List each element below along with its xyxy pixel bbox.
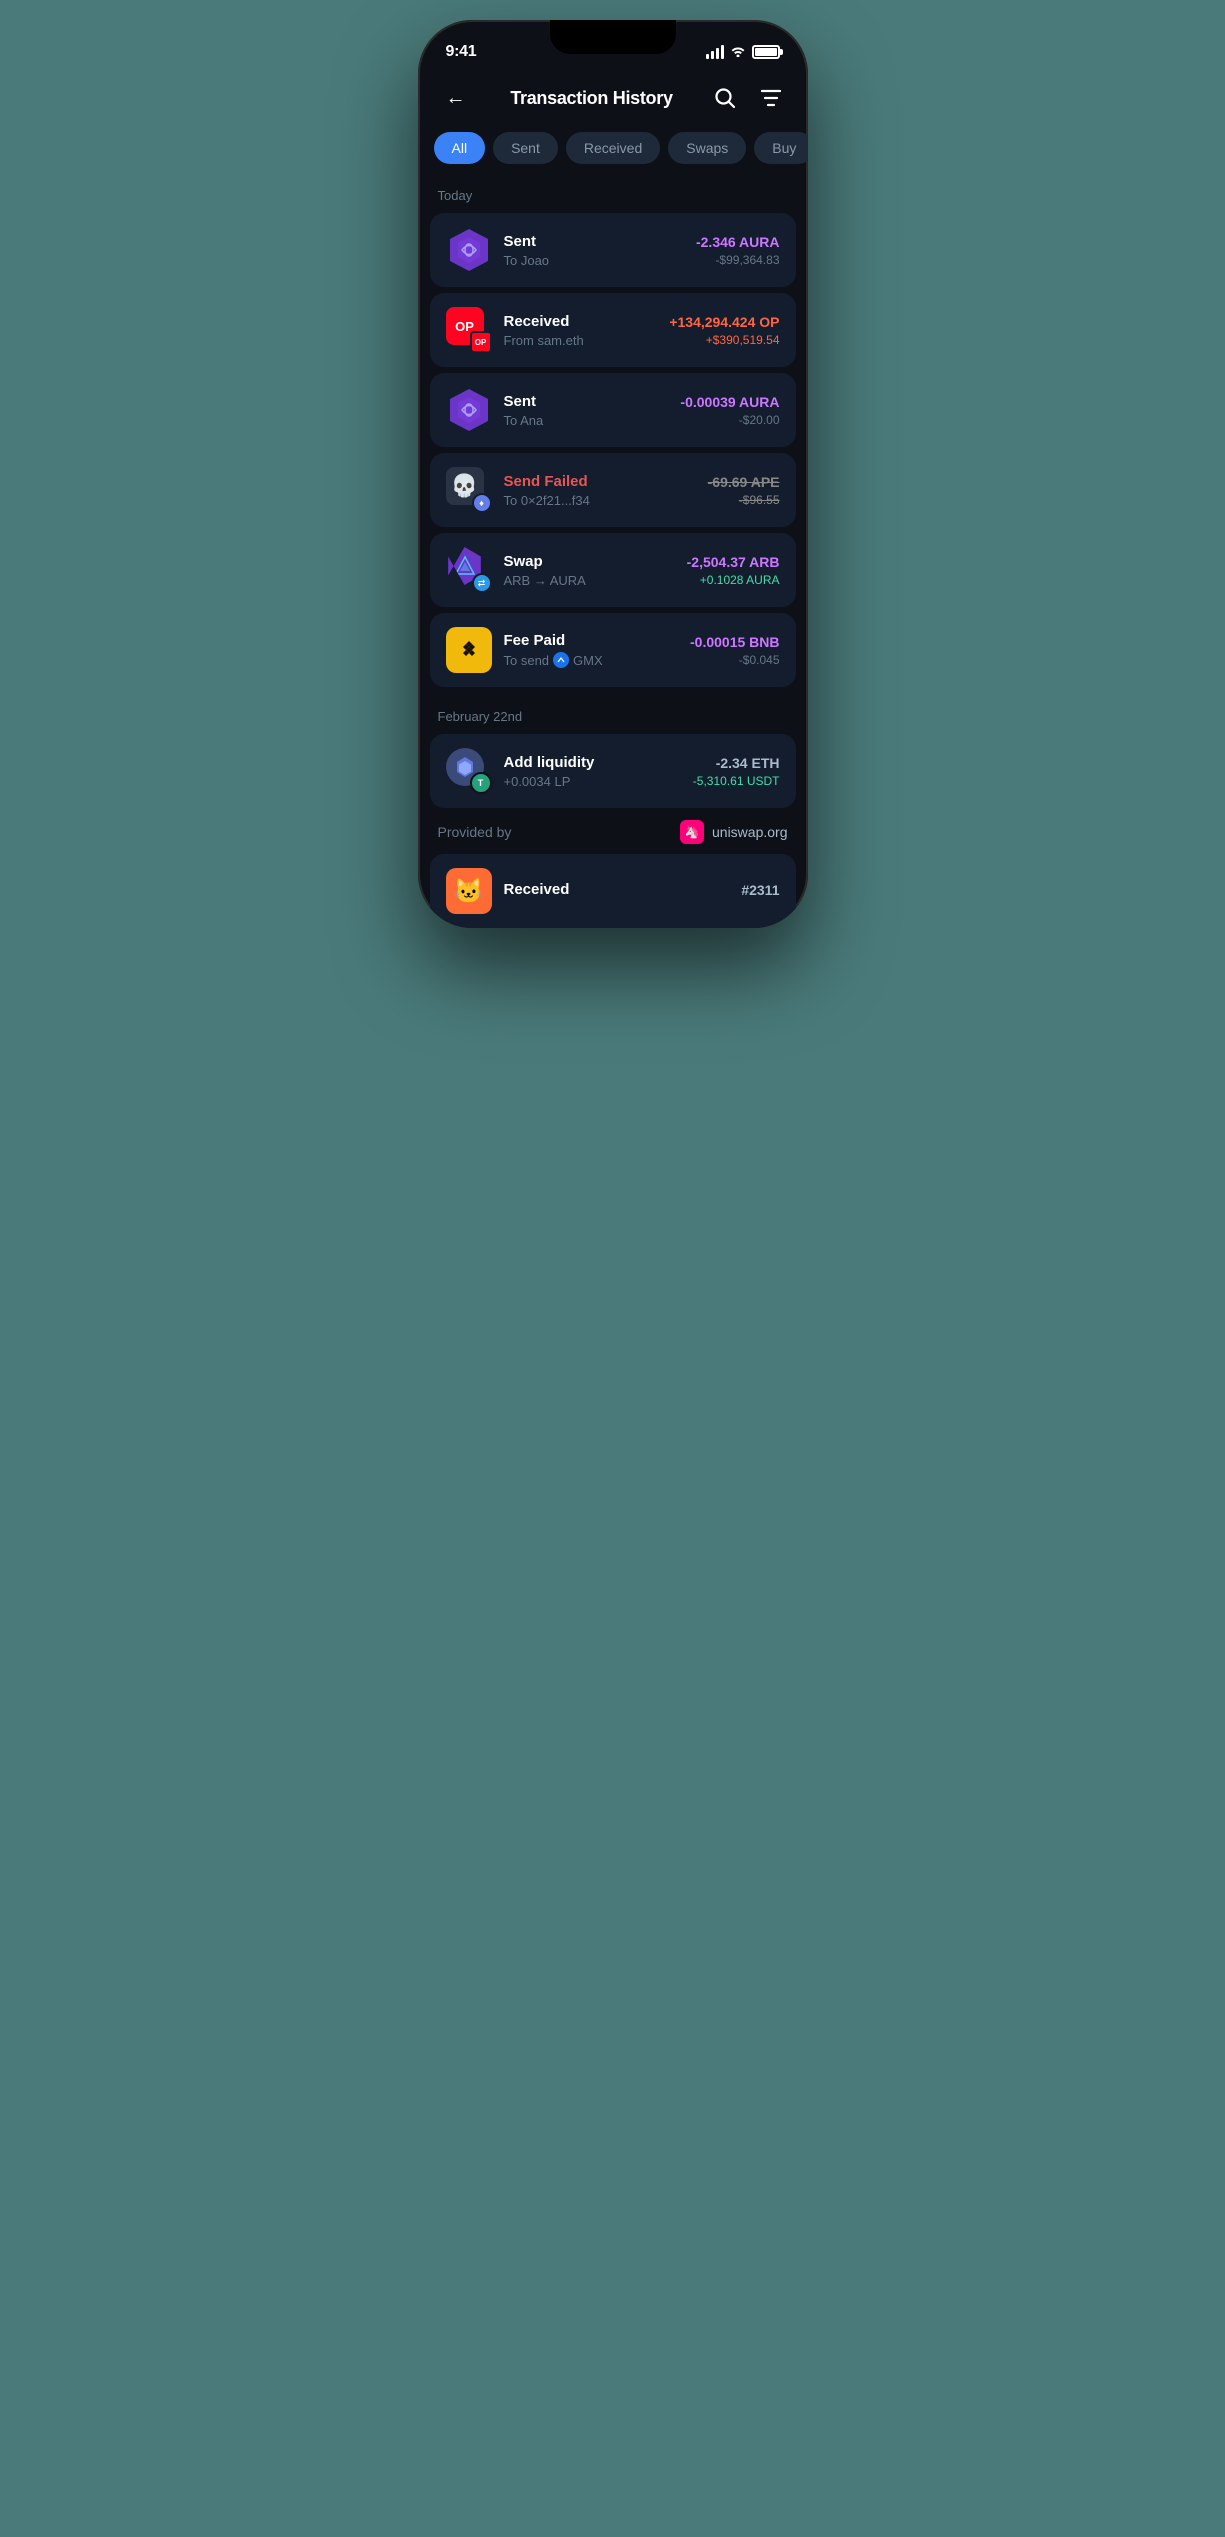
provided-by-section: Provided by 🦄 uniswap.org	[418, 808, 808, 854]
battery-icon	[752, 45, 780, 59]
transaction-item[interactable]: ⇄ Swap ARB → AURA -2,504.37 ARB +0.1028 …	[430, 533, 796, 607]
op-token-icon: OP OP	[446, 307, 492, 353]
ape-token-icon: 💀 ♦	[446, 467, 492, 513]
tx-secondary-amount: -$99,364.83	[696, 253, 780, 267]
tx-secondary-amount: +$390,519.54	[669, 333, 779, 347]
tx-subtitle: To Joao	[504, 253, 684, 268]
monster-token-icon: 🐱	[446, 868, 492, 914]
status-time: 9:41	[446, 43, 477, 61]
tx-amounts: -69.69 APE -$96.55	[708, 474, 780, 507]
tx-info: Received	[504, 881, 730, 901]
transaction-list-february: T Add liquidity +0.0034 LP -2.34 ETH -5,…	[418, 734, 808, 808]
transaction-item[interactable]: Sent To Ana -0.00039 AURA -$20.00	[430, 373, 796, 447]
tab-received[interactable]: Received	[566, 132, 660, 164]
transaction-item[interactable]: Fee Paid To send GMX -0.00015 BNB -	[430, 613, 796, 687]
tx-info: Add liquidity +0.0034 LP	[504, 754, 681, 789]
tx-title: Swap	[504, 553, 675, 570]
tx-amounts: -2.34 ETH -5,310.61 USDT	[693, 755, 780, 788]
tx-subtitle: ARB → AURA	[504, 573, 675, 588]
tx-title: Add liquidity	[504, 754, 681, 771]
tx-primary-amount: -2,504.37 ARB	[687, 554, 780, 570]
tx-primary-amount: -2.346 AURA	[696, 234, 780, 250]
tx-primary-amount: -2.34 ETH	[693, 755, 780, 771]
tx-title: Sent	[504, 393, 669, 410]
search-button[interactable]	[709, 82, 741, 114]
back-button[interactable]: ←	[438, 80, 474, 116]
tx-title: Fee Paid	[504, 632, 679, 649]
page-title: Transaction History	[510, 88, 672, 109]
transaction-item[interactable]: T Add liquidity +0.0034 LP -2.34 ETH -5,…	[430, 734, 796, 808]
provided-by-value: 🦄 uniswap.org	[680, 820, 788, 844]
transaction-list-today: Sent To Joao -2.346 AURA -$99,364.83 OP …	[418, 213, 808, 687]
transaction-item[interactable]: 💀 ♦ Send Failed To 0×2f21...f34 -69.69 A…	[430, 453, 796, 527]
tx-amounts: -2,504.37 ARB +0.1028 AURA	[687, 554, 780, 587]
tx-secondary-amount: -$96.55	[708, 493, 780, 507]
tx-number: #2311	[741, 882, 779, 898]
tx-secondary-amount: -$0.045	[690, 653, 780, 667]
swap-token-icon: ⇄	[446, 547, 492, 593]
tab-buy[interactable]: Buy	[754, 132, 807, 164]
tx-amounts: -0.00015 BNB -$0.045	[690, 634, 780, 667]
tab-all[interactable]: All	[434, 132, 486, 164]
filter-button[interactable]	[755, 82, 787, 114]
signal-icon	[706, 45, 724, 59]
tx-subtitle: To 0×2f21...f34	[504, 493, 696, 508]
tx-title: Send Failed	[504, 473, 696, 490]
tx-subtitle: From sam.eth	[504, 333, 658, 348]
provided-by-label: Provided by	[438, 824, 512, 840]
bnb-token-icon	[446, 627, 492, 673]
status-icons	[706, 44, 780, 60]
tx-info: Swap ARB → AURA	[504, 553, 675, 588]
header: ← Transaction History	[418, 70, 808, 132]
header-actions	[709, 82, 787, 114]
aura-token-icon	[446, 387, 492, 433]
transaction-item[interactable]: OP OP Received From sam.eth +134,294.424…	[430, 293, 796, 367]
tx-amounts: +134,294.424 OP +$390,519.54	[669, 314, 779, 347]
tx-primary-amount: -0.00039 AURA	[680, 394, 779, 410]
tx-subtitle: +0.0034 LP	[504, 774, 681, 789]
tx-info: Received From sam.eth	[504, 313, 658, 348]
tx-info: Sent To Ana	[504, 393, 669, 428]
tx-secondary-amount: -5,310.61 USDT	[693, 774, 780, 788]
tx-secondary-amount: -$20.00	[680, 413, 779, 427]
tx-info: Sent To Joao	[504, 233, 684, 268]
tx-primary-amount: +134,294.424 OP	[669, 314, 779, 330]
filter-tabs: All Sent Received Swaps Buy Se...	[418, 132, 808, 180]
tx-title: Received	[504, 881, 730, 898]
tx-amounts: -0.00039 AURA -$20.00	[680, 394, 779, 427]
tx-amounts: #2311	[741, 882, 779, 901]
search-icon	[714, 87, 736, 109]
tx-primary-amount: -0.00015 BNB	[690, 634, 780, 650]
tx-info: Fee Paid To send GMX	[504, 632, 679, 668]
section-february: February 22nd	[418, 701, 808, 734]
tx-primary-amount: -69.69 APE	[708, 474, 780, 490]
fee-subtitle-text: To send	[504, 653, 550, 668]
notch	[550, 20, 676, 54]
gmx-icon	[553, 652, 569, 668]
aura-token-icon	[446, 227, 492, 273]
section-today: Today	[418, 180, 808, 213]
transaction-item-partial[interactable]: 🐱 Received #2311	[430, 854, 796, 928]
wifi-icon	[730, 44, 746, 60]
transaction-item[interactable]: Sent To Joao -2.346 AURA -$99,364.83	[430, 213, 796, 287]
phone-frame: 9:41 ← Transaction History	[418, 20, 808, 928]
gmx-label: GMX	[573, 653, 603, 668]
provider-name: uniswap.org	[712, 824, 788, 840]
tx-amounts: -2.346 AURA -$99,364.83	[696, 234, 780, 267]
tab-swaps[interactable]: Swaps	[668, 132, 746, 164]
tx-subtitle: To Ana	[504, 413, 669, 428]
back-arrow-icon: ←	[446, 87, 466, 110]
liquidity-token-icon: T	[446, 748, 492, 794]
tx-title: Received	[504, 313, 658, 330]
filter-icon	[760, 88, 782, 108]
tab-sent[interactable]: Sent	[493, 132, 558, 164]
tx-secondary-amount: +0.1028 AURA	[687, 573, 780, 587]
gmx-inline: GMX	[553, 652, 603, 668]
tx-info: Send Failed To 0×2f21...f34	[504, 473, 696, 508]
tx-title: Sent	[504, 233, 684, 250]
uniswap-icon: 🦄	[680, 820, 704, 844]
tx-subtitle: To send GMX	[504, 652, 679, 668]
